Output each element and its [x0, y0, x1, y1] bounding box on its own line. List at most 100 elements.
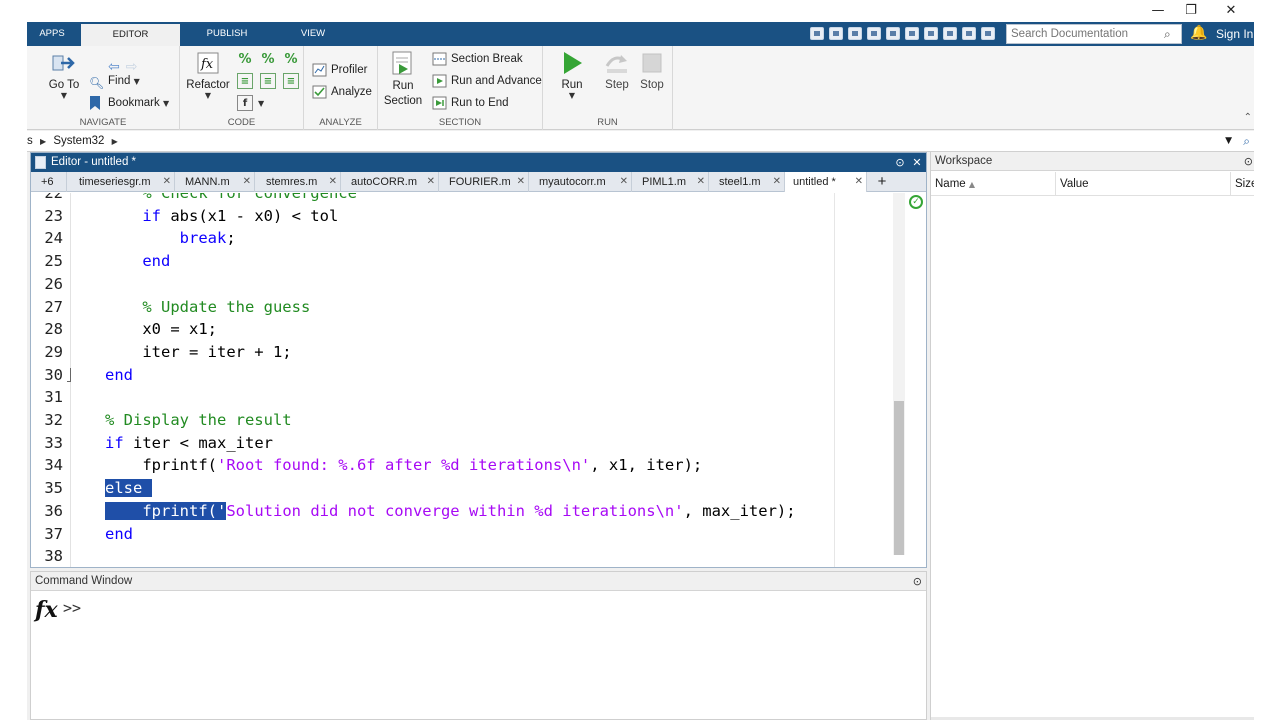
code-text[interactable]: end	[105, 250, 170, 273]
run-and-advance-button[interactable]: Run and Advance	[432, 72, 542, 90]
close-tab-icon[interactable]: ✕	[855, 172, 863, 192]
smart-indent-icon[interactable]: ≡	[237, 73, 253, 89]
tab-overflow[interactable]: +6	[31, 172, 67, 192]
code-text[interactable]: % Check for convergence	[105, 193, 357, 205]
copy-icon[interactable]	[848, 27, 862, 40]
cut-icon[interactable]	[829, 27, 843, 40]
code-line[interactable]: 26	[31, 273, 891, 296]
code-line[interactable]: 31	[31, 386, 891, 409]
close-tab-icon[interactable]: ✕	[773, 172, 781, 192]
current-folder-bar[interactable]: s ▶ System32 ▶ ▼ ⌕	[27, 131, 1254, 152]
code-line[interactable]: 38	[31, 545, 891, 567]
comment-icon[interactable]: %	[237, 52, 253, 68]
help-icon[interactable]	[943, 27, 957, 40]
fold-marker[interactable]	[67, 367, 71, 382]
run-section-button[interactable]: Run Section	[381, 50, 425, 109]
find-button[interactable]: 🔍︎ Find ▼	[89, 72, 140, 90]
col-name[interactable]: Name ▲	[931, 172, 1056, 196]
add-tab-button[interactable]: +	[869, 172, 895, 192]
code-line[interactable]: 22 % Check for convergence	[31, 193, 891, 205]
close-tab-icon[interactable]: ✕	[427, 172, 435, 192]
close-tab-icon[interactable]: ✕	[517, 172, 525, 192]
close-tab-icon[interactable]: ✕	[329, 172, 337, 192]
tab-timeseriesgr[interactable]: timeseriesgr.m ✕	[67, 172, 175, 192]
tab-steel1[interactable]: steel1.m ✕	[709, 172, 785, 192]
code-line[interactable]: 34 fprintf('Root found: %.6f after %d it…	[31, 454, 891, 477]
run-to-end-button[interactable]: Run to End	[432, 94, 509, 112]
tab-publish[interactable]: PUBLISH	[192, 22, 262, 46]
scrollbar-thumb[interactable]	[894, 401, 904, 555]
code-text[interactable]: % Display the result	[105, 409, 292, 432]
bell-icon[interactable]: 🔔	[1190, 25, 1207, 41]
insert-fx-icon[interactable]: f	[237, 95, 253, 111]
close-button[interactable]: ✕	[1208, 0, 1254, 22]
path-prefix[interactable]: s	[27, 135, 33, 147]
close-tab-icon[interactable]: ✕	[163, 172, 171, 192]
section-break-button[interactable]: Section Break	[432, 50, 523, 68]
code-line[interactable]: 27 % Update the guess	[31, 296, 891, 319]
code-text[interactable]: % Update the guess	[105, 296, 310, 319]
tab-autocorr[interactable]: autoCORR.m ✕	[341, 172, 439, 192]
goto-button[interactable]: Go To ▼	[41, 50, 87, 100]
dropdown-icon[interactable]	[962, 27, 976, 40]
search-input[interactable]	[1007, 25, 1157, 43]
options-icon[interactable]	[981, 27, 995, 40]
search-icon[interactable]: ⌕	[1164, 27, 1178, 41]
tab-mann[interactable]: MANN.m ✕	[175, 172, 255, 192]
tab-stemres[interactable]: stemres.m ✕	[255, 172, 341, 192]
analyze-button[interactable]: Analyze	[312, 83, 372, 101]
tab-fourier[interactable]: FOURIER.m ✕	[439, 172, 529, 192]
paste-icon[interactable]	[867, 27, 881, 40]
code-line[interactable]: 30 end	[31, 364, 891, 387]
uncomment-icon[interactable]: %	[260, 52, 276, 68]
switch-windows-icon[interactable]	[924, 27, 938, 40]
search-documentation[interactable]: ⌕	[1006, 24, 1182, 44]
collapse-ribbon-icon[interactable]: ⌃	[1244, 112, 1252, 123]
path-dropdown-icon[interactable]: ▼	[1225, 131, 1232, 152]
code-text[interactable]: if abs(x1 - x0) < tol	[105, 205, 338, 228]
command-window-actions-icon[interactable]: ⊙	[913, 572, 922, 591]
code-text[interactable]: iter = iter + 1;	[105, 341, 291, 364]
code-text[interactable]: else	[105, 477, 152, 500]
editor-close-icon[interactable]: ✕	[910, 153, 924, 172]
run-button[interactable]: Run ▼	[551, 50, 593, 100]
save-icon[interactable]	[810, 27, 824, 40]
code-analyzer-ok-icon[interactable]: ✓	[909, 195, 923, 209]
path-arrow-icon[interactable]: ▶	[112, 137, 118, 146]
code-text[interactable]: if iter < max_iter	[105, 432, 273, 455]
code-line[interactable]: 37 end	[31, 523, 891, 546]
fx-icon[interactable]: fx	[35, 597, 58, 623]
workspace-actions-icon[interactable]: ⊙	[1244, 152, 1253, 171]
editor-scrollbar[interactable]	[893, 193, 905, 555]
code-line[interactable]: 32 % Display the result	[31, 409, 891, 432]
code-line[interactable]: 35 else	[31, 477, 891, 500]
sign-in-link[interactable]: Sign In	[1216, 27, 1253, 41]
code-text[interactable]: end	[105, 523, 133, 546]
code-text[interactable]: break;	[105, 227, 236, 250]
tab-piml1[interactable]: PIML1.m ✕	[632, 172, 709, 192]
profiler-button[interactable]: Profiler	[312, 61, 367, 79]
code-line[interactable]: 29 iter = iter + 1;	[31, 341, 891, 364]
tab-editor[interactable]: EDITOR	[81, 24, 180, 46]
code-text[interactable]: x0 = x1;	[105, 318, 217, 341]
close-tab-icon[interactable]: ✕	[697, 172, 705, 192]
path-search-icon[interactable]: ⌕	[1243, 131, 1250, 152]
bookmark-button[interactable]: Bookmark ▼	[89, 94, 169, 112]
code-text[interactable]: fprintf('Solution did not converge withi…	[105, 500, 796, 523]
code-line[interactable]: 23 if abs(x1 - x0) < tol	[31, 205, 891, 228]
code-text[interactable]: end	[105, 364, 133, 387]
code-line[interactable]: 25 end	[31, 250, 891, 273]
code-area[interactable]: 22 % Check for convergence 23 if abs(x1 -…	[31, 193, 926, 567]
refactor-button[interactable]: fx Refactor ▼	[184, 50, 232, 100]
code-line[interactable]: 28 x0 = x1;	[31, 318, 891, 341]
code-dropdown-icon[interactable]: ▼	[258, 99, 264, 108]
path-folder-system32[interactable]: System32	[53, 135, 104, 147]
tab-view[interactable]: VIEW	[289, 22, 337, 46]
stop-button[interactable]: Stop	[633, 50, 671, 91]
tab-apps[interactable]: APPS	[27, 22, 77, 46]
undo-icon[interactable]	[886, 27, 900, 40]
close-tab-icon[interactable]: ✕	[243, 172, 251, 192]
outdent-icon[interactable]: ≡	[283, 73, 299, 89]
code-line[interactable]: 33 if iter < max_iter	[31, 432, 891, 455]
wrap-comments-icon[interactable]: %	[283, 52, 299, 68]
